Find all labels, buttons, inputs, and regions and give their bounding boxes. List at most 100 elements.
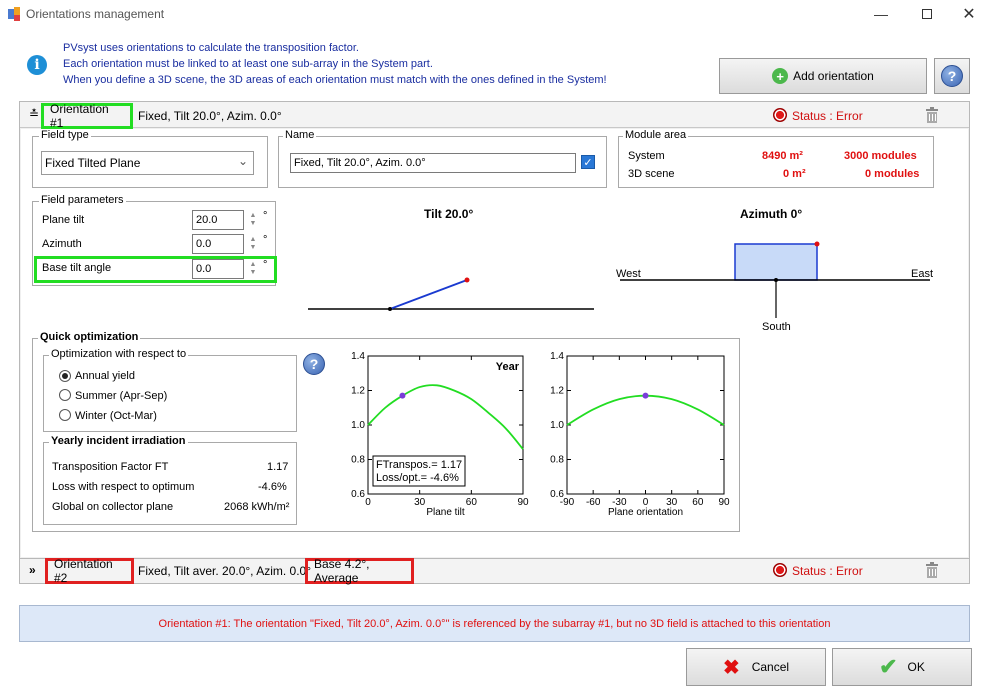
name-input[interactable]: Fixed, Tilt 20.0°, Azim. 0.0° — [290, 153, 576, 173]
x-tick-label: 30 — [414, 497, 426, 508]
help-button[interactable]: ? — [934, 58, 970, 94]
plane-tilt-label: Plane tilt — [42, 214, 85, 226]
current-point-marker — [642, 392, 649, 399]
radio-annual-yield[interactable] — [59, 370, 71, 382]
chevron-down-icon: ⌄ — [237, 154, 248, 168]
add-orientation-button[interactable]: + Add orientation — [719, 58, 927, 94]
info-line-3: When you define a 3D scene, the 3D areas… — [63, 74, 607, 86]
system-area: 8490 m² — [762, 150, 803, 162]
module-area-label: Module area — [623, 129, 689, 141]
field-type-value: Fixed Tilted Plane — [45, 156, 141, 170]
orientation-2-name: Orientation #2 — [45, 557, 134, 585]
base-tilt-label: Base tilt angle — [42, 262, 112, 274]
base-tilt-unit: ° — [263, 259, 268, 271]
ft-value: 1.17 — [267, 461, 289, 473]
south-label: South — [762, 321, 791, 333]
cancel-icon: ✖ — [722, 656, 740, 679]
quick-opt-help-button[interactable]: ? — [303, 353, 325, 375]
x-axis-label: Plane tilt — [426, 507, 465, 518]
orientation-1-status: Status : Error — [792, 109, 863, 123]
plane-tilt-unit: ° — [263, 210, 268, 222]
quick-optimization-title: Quick optimization — [38, 331, 141, 343]
x-axis-label: Plane orientation — [608, 507, 683, 518]
x-tick-label: 60 — [466, 497, 478, 508]
scene-area: 0 m² — [783, 168, 806, 180]
system-modules: 3000 modules — [844, 150, 917, 162]
yearly-irradiation-title: Yearly incident irradiation — [49, 435, 188, 447]
azimuth-diagram-title: Azimuth 0° — [740, 207, 803, 221]
global-value: 2068 kWh/m² — [224, 501, 290, 513]
tilt-diagram-title: Tilt 20.0° — [424, 207, 474, 221]
cancel-button[interactable]: ✖ Cancel — [686, 648, 826, 686]
chart-title: Year — [496, 361, 520, 373]
y-tick-label: 0.6 — [550, 489, 564, 500]
radio-winter[interactable] — [59, 409, 71, 421]
orientation-1-summary: Fixed, Tilt 20.0°, Azim. 0.0° — [138, 109, 282, 123]
delete-orientation-2-icon[interactable] — [925, 562, 939, 578]
azimuth-diagram — [620, 241, 930, 318]
info-line-2: Each orientation must be linked to at le… — [63, 58, 433, 70]
x-tick-label: 90 — [517, 497, 529, 508]
y-tick-label: 1.0 — [550, 420, 564, 431]
current-point-marker — [399, 392, 406, 399]
status-error-icon — [773, 563, 787, 577]
y-tick-label: 1.2 — [550, 386, 564, 397]
plus-icon: + — [772, 68, 789, 84]
azimuth-input[interactable]: 0.0 — [192, 234, 244, 254]
ok-label: OK — [907, 660, 925, 674]
x-tick-label: 60 — [692, 497, 704, 508]
y-tick-label: 0.6 — [351, 489, 365, 500]
x-tick-label: 0 — [365, 497, 371, 508]
loss-value: -4.6% — [258, 481, 287, 493]
base-tilt-spinner[interactable]: ▲ ▼ — [247, 259, 259, 279]
y-tick-label: 1.4 — [351, 351, 365, 362]
close-icon: ✕ — [962, 6, 976, 23]
field-parameters-label: Field parameters — [39, 194, 126, 206]
plane-tilt-input[interactable]: 20.0 — [192, 210, 244, 230]
annotation-text: Loss/opt.= -4.6% — [376, 472, 459, 484]
delete-orientation-1-icon[interactable] — [925, 107, 939, 123]
maximize-icon — [922, 9, 932, 19]
base-tilt-input[interactable]: 0.0 — [192, 259, 244, 279]
annotation-text: FTranspos.= 1.17 — [376, 459, 462, 471]
global-label: Global on collector plane — [52, 501, 174, 513]
orientation-2-status: Status : Error — [792, 564, 863, 578]
ft-label: Transposition Factor FT — [52, 461, 169, 473]
expand-chevron-icon[interactable]: » — [29, 563, 36, 577]
option-annual-yield: Annual yield — [75, 370, 135, 382]
plane-tilt-spinner[interactable]: ▲ ▼ — [247, 210, 259, 230]
azimuth-unit: ° — [263, 234, 268, 246]
ok-button[interactable]: ✔ OK — [832, 648, 972, 686]
minimize-icon: — — [874, 6, 888, 22]
info-line-1: PVsyst uses orientations to calculate th… — [63, 42, 359, 54]
field-type-select[interactable]: Fixed Tilted Plane ⌄ — [41, 151, 254, 175]
optimization-respect-label: Optimization with respect to — [49, 348, 189, 360]
x-tick-label: 90 — [718, 497, 730, 508]
close-button[interactable]: ✕ — [946, 0, 992, 28]
plot-area — [566, 355, 725, 495]
info-icon: i — [27, 55, 47, 75]
y-tick-label: 1.4 — [550, 351, 564, 362]
system-label: System — [628, 150, 665, 162]
option-summer: Summer (Apr-Sep) — [75, 390, 168, 402]
azimuth-label: Azimuth — [42, 238, 82, 250]
x-tick-label: -60 — [586, 497, 601, 508]
radio-summer[interactable] — [59, 389, 71, 401]
add-orientation-label: Add orientation — [793, 69, 874, 83]
cancel-label: Cancel — [751, 660, 790, 674]
option-winter: Winter (Oct-Mar) — [75, 410, 157, 422]
collapse-chevron-icon[interactable]: ≛ — [29, 107, 39, 121]
app-icon — [8, 7, 20, 21]
azimuth-spinner[interactable]: ▲ ▼ — [247, 234, 259, 254]
name-auto-checkbox[interactable]: ✓ — [581, 155, 595, 169]
help-icon: ? — [941, 65, 963, 87]
status-error-icon — [773, 108, 787, 122]
ok-icon: ✔ — [879, 654, 898, 679]
loss-label: Loss with respect to optimum — [52, 481, 195, 493]
minimize-button[interactable]: — — [858, 0, 904, 28]
maximize-button[interactable] — [904, 0, 950, 28]
y-tick-label: 0.8 — [351, 455, 365, 466]
module-area-group: Module area — [618, 129, 934, 188]
name-label: Name — [283, 129, 317, 141]
y-tick-label: 0.8 — [550, 455, 564, 466]
